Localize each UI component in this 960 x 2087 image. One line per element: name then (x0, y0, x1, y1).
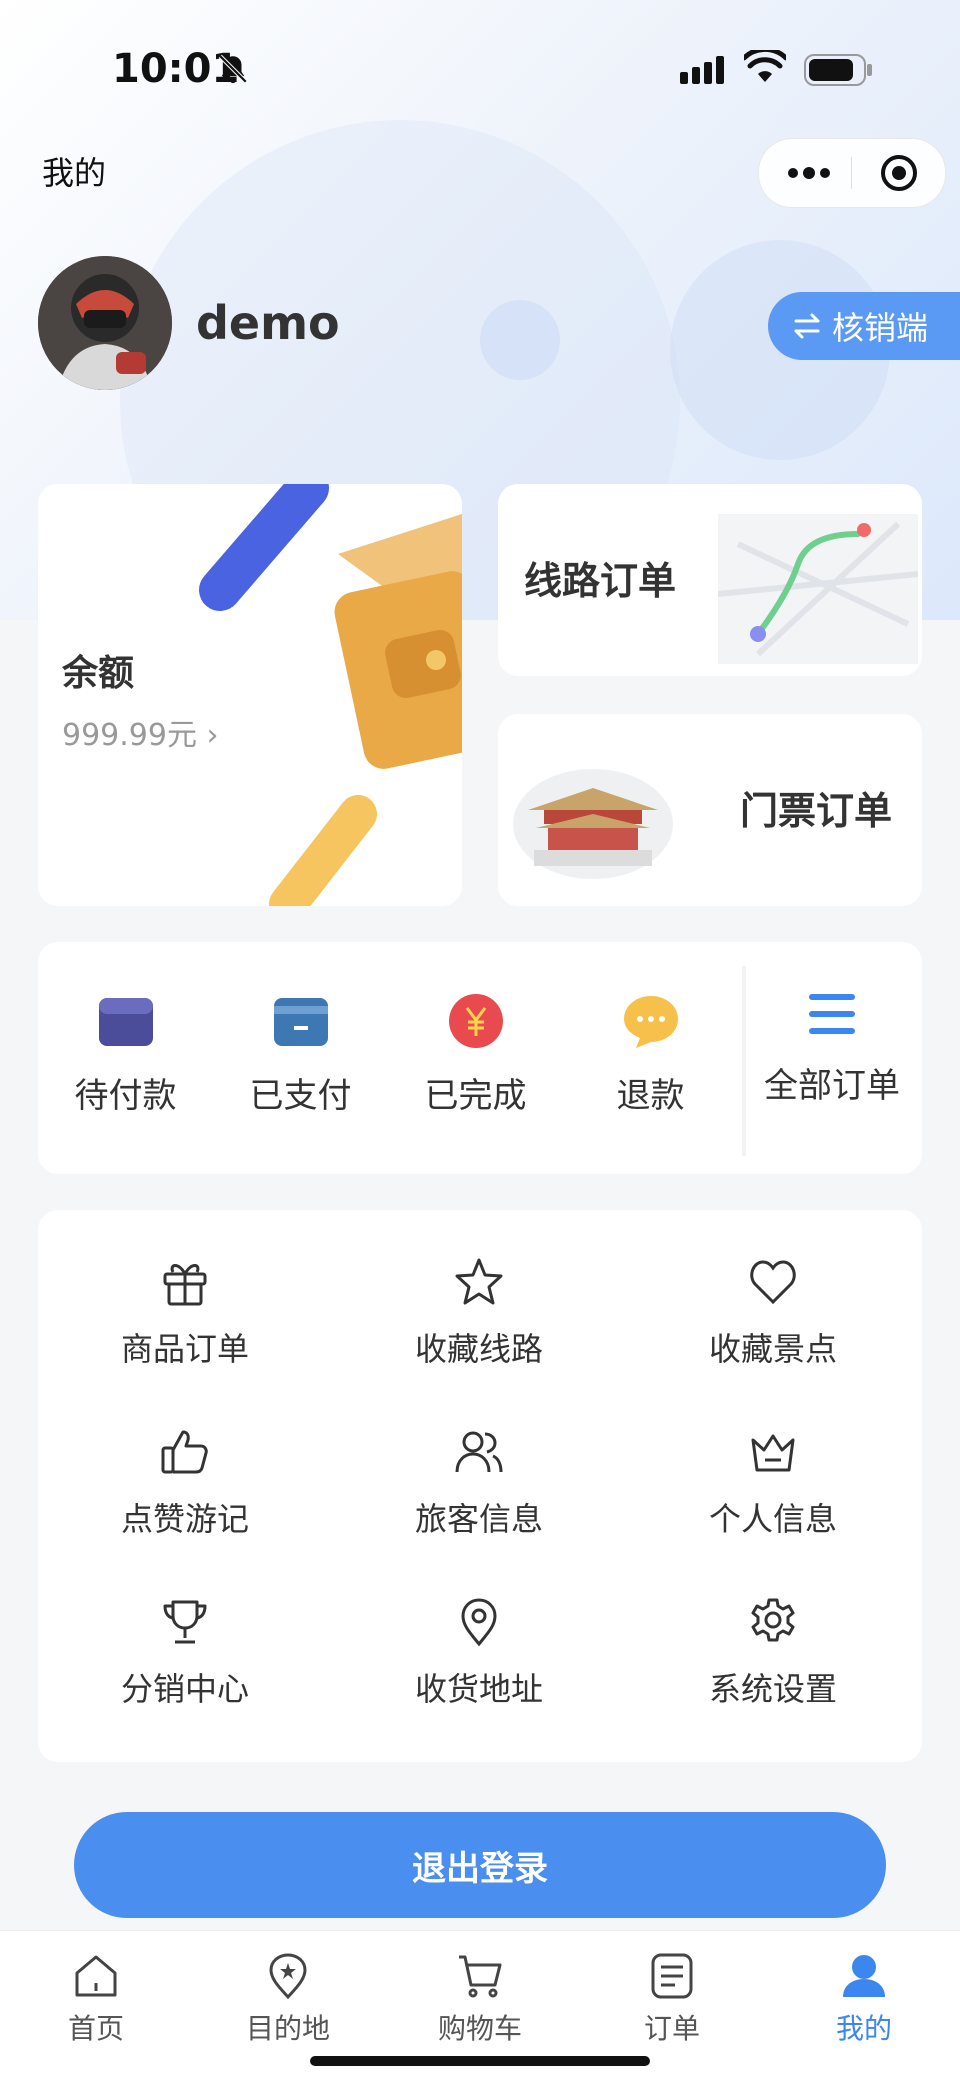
destination-icon (269, 1953, 307, 2000)
route-orders-card[interactable]: 线路订单 (498, 484, 922, 676)
user-icon (843, 1955, 885, 1997)
thumbs-up-icon (161, 1430, 208, 1474)
switch-verifier-label: 核销端 (832, 309, 929, 347)
menu-item-distribution-center[interactable]: 分销中心 (38, 1550, 332, 1720)
ticket-orders-label: 门票订单 (740, 789, 893, 833)
balance-value[interactable]: 999.99元 › (62, 710, 219, 754)
page-title: 我的 (42, 154, 107, 192)
gear-icon (751, 1598, 795, 1642)
menu-item-label: 收藏线路 (414, 1330, 543, 1368)
order-icon (651, 1953, 693, 1999)
status-paid[interactable]: 已支付 (213, 942, 388, 1174)
mini-program-capsule (758, 138, 946, 208)
menu-item-label: 旅客信息 (414, 1500, 543, 1538)
wifi-icon (744, 50, 786, 82)
tab-mine[interactable]: 我的 (768, 1931, 960, 2087)
cellular-signal-icon (680, 56, 724, 84)
users-icon (455, 1431, 503, 1473)
tab-home-label: 首页 (67, 2012, 124, 2045)
heart-icon (750, 1260, 796, 1305)
menu-item-personal-info[interactable]: 个人信息 (626, 1380, 920, 1550)
menu-item-system-settings[interactable]: 系统设置 (626, 1550, 920, 1720)
tab-orders-label: 订单 (643, 2012, 700, 2045)
cart-icon (459, 1955, 502, 1998)
star-icon (455, 1258, 503, 1305)
status-bar: 10:01 (0, 0, 960, 140)
menu-item-product-orders[interactable]: 商品订单 (38, 1210, 332, 1380)
more-icon[interactable] (787, 159, 831, 187)
palace-illustration (508, 754, 678, 884)
menu-item-label: 个人信息 (708, 1500, 837, 1538)
order-status-card: 待付款 已支付 已完成 退款 全部订单 (38, 942, 922, 1174)
menu-item-favorite-routes[interactable]: 收藏线路 (332, 1210, 626, 1380)
card-icon (273, 998, 328, 1046)
tab-destination-label: 目的地 (245, 2012, 330, 2045)
map-route-illustration (718, 514, 918, 664)
menu-item-liked-travelogues[interactable]: 点赞游记 (38, 1380, 332, 1550)
all-orders-button[interactable]: 全部订单 (742, 966, 918, 1156)
username: demo (196, 296, 340, 350)
balance-label: 余额 (62, 653, 135, 694)
ticket-orders-card[interactable]: 门票订单 (498, 714, 922, 906)
gift-icon (163, 1264, 207, 1306)
menu-item-label: 系统设置 (708, 1670, 837, 1708)
home-indicator (310, 2056, 650, 2066)
menu-item-label: 收货地址 (414, 1670, 543, 1708)
all-orders-label: 全部订单 (764, 1066, 900, 1106)
menu-item-label: 收藏景点 (708, 1330, 837, 1368)
trophy-icon (163, 1600, 207, 1644)
chat-bubble-icon (623, 996, 678, 1048)
menu-item-favorite-attractions[interactable]: 收藏景点 (626, 1210, 920, 1380)
switch-verifier-button[interactable]: 核销端 (768, 292, 960, 360)
wallet-icon (98, 998, 153, 1046)
status-completed[interactable]: 已完成 (388, 942, 563, 1174)
menu-item-label: 分销中心 (120, 1670, 249, 1708)
status-pending-payment[interactable]: 待付款 (38, 942, 213, 1174)
balance-card[interactable]: 余额 999.99元 › (38, 484, 462, 906)
logout-button[interactable]: 退出登录 (74, 1812, 886, 1918)
bell-muted-icon (218, 54, 248, 84)
home-icon (75, 1955, 117, 1997)
battery-icon (804, 54, 872, 86)
yuan-coin-icon (448, 994, 503, 1048)
status-refund-label: 退款 (616, 1076, 685, 1116)
status-refund[interactable]: 退款 (563, 942, 738, 1174)
list-menu-icon (809, 994, 855, 1034)
tab-home[interactable]: 首页 (0, 1931, 192, 2087)
map-pin-icon (461, 1598, 497, 1647)
menu-item-shipping-address[interactable]: 收货地址 (332, 1550, 626, 1720)
menu-grid-card: 商品订单 收藏线路 收藏景点 点赞游记 旅客信息 个人信息 分销中心 收货地址 (38, 1210, 922, 1762)
route-orders-label: 线路订单 (524, 559, 677, 603)
menu-item-traveler-info[interactable]: 旅客信息 (332, 1380, 626, 1550)
avatar-image (38, 256, 172, 390)
tab-mine-label: 我的 (835, 2012, 892, 2045)
status-pending-payment-label: 待付款 (74, 1076, 177, 1116)
menu-item-label: 点赞游记 (120, 1500, 249, 1538)
status-paid-label: 已支付 (249, 1076, 352, 1116)
menu-item-label: 商品订单 (120, 1330, 249, 1368)
crown-icon (751, 1434, 795, 1472)
status-completed-label: 已完成 (424, 1076, 527, 1116)
switch-icon (794, 313, 820, 339)
avatar[interactable] (38, 256, 172, 390)
close-miniprogram-icon[interactable] (879, 153, 919, 193)
tab-cart-label: 购物车 (437, 2012, 522, 2045)
